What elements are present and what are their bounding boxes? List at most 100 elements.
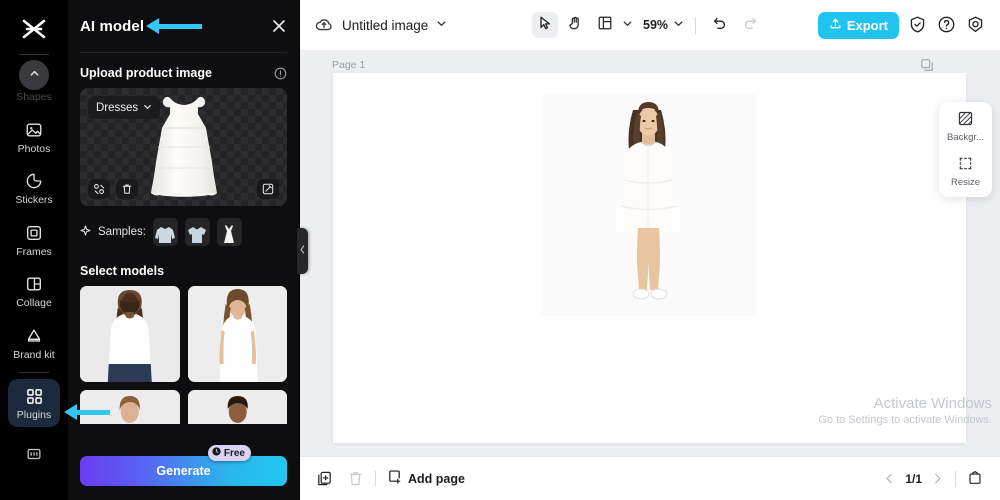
page-navigation: 1/1 (883, 470, 984, 487)
cloud-save-icon[interactable] (314, 15, 334, 35)
samples-label: Samples: (98, 226, 146, 238)
sidebar-item-text[interactable] (8, 437, 60, 470)
hand-icon (567, 15, 583, 36)
magic-edit-icon[interactable] (257, 179, 279, 199)
toolbar-divider (695, 17, 696, 34)
zoom-chevron-down-icon[interactable] (673, 16, 684, 34)
stickers-icon (23, 170, 45, 192)
add-page-button[interactable]: Add page (387, 469, 465, 489)
background-button[interactable]: Backgr... (939, 110, 992, 143)
sidebar-item-collage[interactable]: Collage (8, 267, 60, 315)
sidebar-item-brand-kit[interactable]: Brand kit (8, 319, 60, 367)
brand-kit-icon (23, 325, 45, 347)
canvas-model-photo[interactable] (541, 94, 756, 316)
panel-title: AI model (80, 18, 144, 35)
info-icon[interactable] (274, 67, 287, 80)
toolbar-center: 59% (532, 12, 763, 38)
sidebar-item-plugins[interactable]: Plugins (8, 379, 60, 427)
upload-section-header: Upload product image (68, 53, 299, 88)
settings-gear-icon[interactable] (966, 15, 986, 35)
page-indicator: 1/1 (905, 472, 922, 486)
frames-icon (23, 222, 45, 244)
hand-tool-button[interactable] (562, 12, 588, 38)
page-label: Page 1 (332, 59, 365, 71)
adjust-icon[interactable] (88, 179, 110, 199)
next-page-icon[interactable] (931, 472, 944, 485)
generate-area: Free Generate (80, 456, 287, 486)
layout-chevron-down-icon[interactable] (622, 16, 633, 34)
sidebar-item-label-brand-kit: Brand kit (13, 350, 54, 362)
toolbar-left: Untitled image (314, 15, 447, 35)
delete-icon[interactable] (116, 179, 138, 199)
rail-divider-2 (19, 372, 49, 373)
undo-icon (712, 15, 728, 36)
trash-icon[interactable] (347, 470, 364, 487)
sidebar-item-label-photos: Photos (18, 144, 51, 156)
category-value: Dresses (96, 102, 138, 114)
background-icon (957, 110, 975, 128)
sidebar-item-label-plugins: Plugins (17, 410, 51, 422)
sidebar-item-label-collage: Collage (16, 298, 52, 310)
layout-tool-button[interactable] (592, 12, 618, 38)
upload-section-title: Upload product image (80, 66, 212, 80)
export-button-label: Export (847, 18, 888, 33)
top-toolbar: Untitled image (300, 0, 1000, 50)
close-icon[interactable] (270, 17, 288, 35)
ai-model-panel: AI model Upload product image (68, 0, 300, 500)
rail-scroll-up-button[interactable] (19, 60, 49, 90)
panel-header: AI model (68, 0, 299, 52)
left-rail: Shapes Photos Stickers Frames (0, 0, 68, 500)
duplicate-page-icon[interactable] (920, 58, 934, 72)
samples-row: Samples: (68, 206, 299, 246)
cursor-icon (537, 15, 553, 36)
export-button[interactable]: Export (818, 12, 899, 39)
add-page-icon (387, 469, 402, 489)
generate-button[interactable]: Generate (80, 456, 287, 486)
document-title-chevron-down-icon[interactable] (436, 16, 447, 34)
sparkle-icon (80, 223, 91, 241)
add-page-label: Add page (408, 472, 465, 486)
background-label: Backgr... (947, 132, 984, 143)
sidebar-item-label-shapes: Shapes (16, 92, 52, 104)
help-icon[interactable] (937, 15, 957, 35)
model-card-1[interactable] (80, 286, 180, 382)
select-models-title: Select models (68, 246, 299, 286)
sample-tshirt-thumb[interactable] (185, 218, 210, 246)
model-card-2[interactable] (188, 286, 288, 382)
model-card-4[interactable] (188, 390, 288, 424)
undo-button[interactable] (707, 12, 733, 38)
sample-sweater-thumb[interactable] (153, 218, 178, 246)
zoom-level-value: 59% (637, 18, 669, 32)
rail-divider (19, 54, 49, 55)
redo-icon (742, 15, 758, 36)
sidebar-item-photos[interactable]: Photos (8, 113, 60, 161)
sidebar-item-label-frames: Frames (16, 247, 52, 259)
artboard[interactable] (333, 73, 966, 443)
select-tool-button[interactable] (532, 12, 558, 38)
sample-dress-thumb[interactable] (217, 218, 242, 246)
resize-icon (957, 155, 975, 173)
layout-icon (597, 15, 613, 36)
app-root: Shapes Photos Stickers Frames (0, 0, 1000, 500)
main-area: Untitled image (300, 0, 1000, 500)
product-image-upload-area[interactable]: Dresses (80, 88, 287, 206)
duplicate-icon[interactable] (316, 470, 333, 487)
free-badge: Free (208, 445, 251, 461)
category-dropdown[interactable]: Dresses (88, 96, 160, 119)
document-title[interactable]: Untitled image (342, 18, 428, 33)
resize-button[interactable]: Resize (939, 155, 992, 188)
model-card-3[interactable] (80, 390, 180, 424)
pages-panel-icon[interactable] (967, 470, 984, 487)
chevron-down-icon (143, 102, 152, 114)
sidebar-item-frames[interactable]: Frames (8, 216, 60, 264)
capcut-logo-icon[interactable] (14, 12, 54, 46)
shield-check-icon[interactable] (908, 15, 928, 35)
canvas-area[interactable]: Page 1 (300, 50, 1000, 456)
sidebar-item-stickers[interactable]: Stickers (8, 164, 60, 212)
prev-page-icon[interactable] (883, 472, 896, 485)
upload-icon (829, 17, 842, 33)
redo-button[interactable] (737, 12, 763, 38)
toolbar-right: Export (818, 12, 986, 39)
bottom-bar: Add page 1/1 (300, 456, 1000, 500)
panel-collapse-handle[interactable] (297, 228, 308, 274)
